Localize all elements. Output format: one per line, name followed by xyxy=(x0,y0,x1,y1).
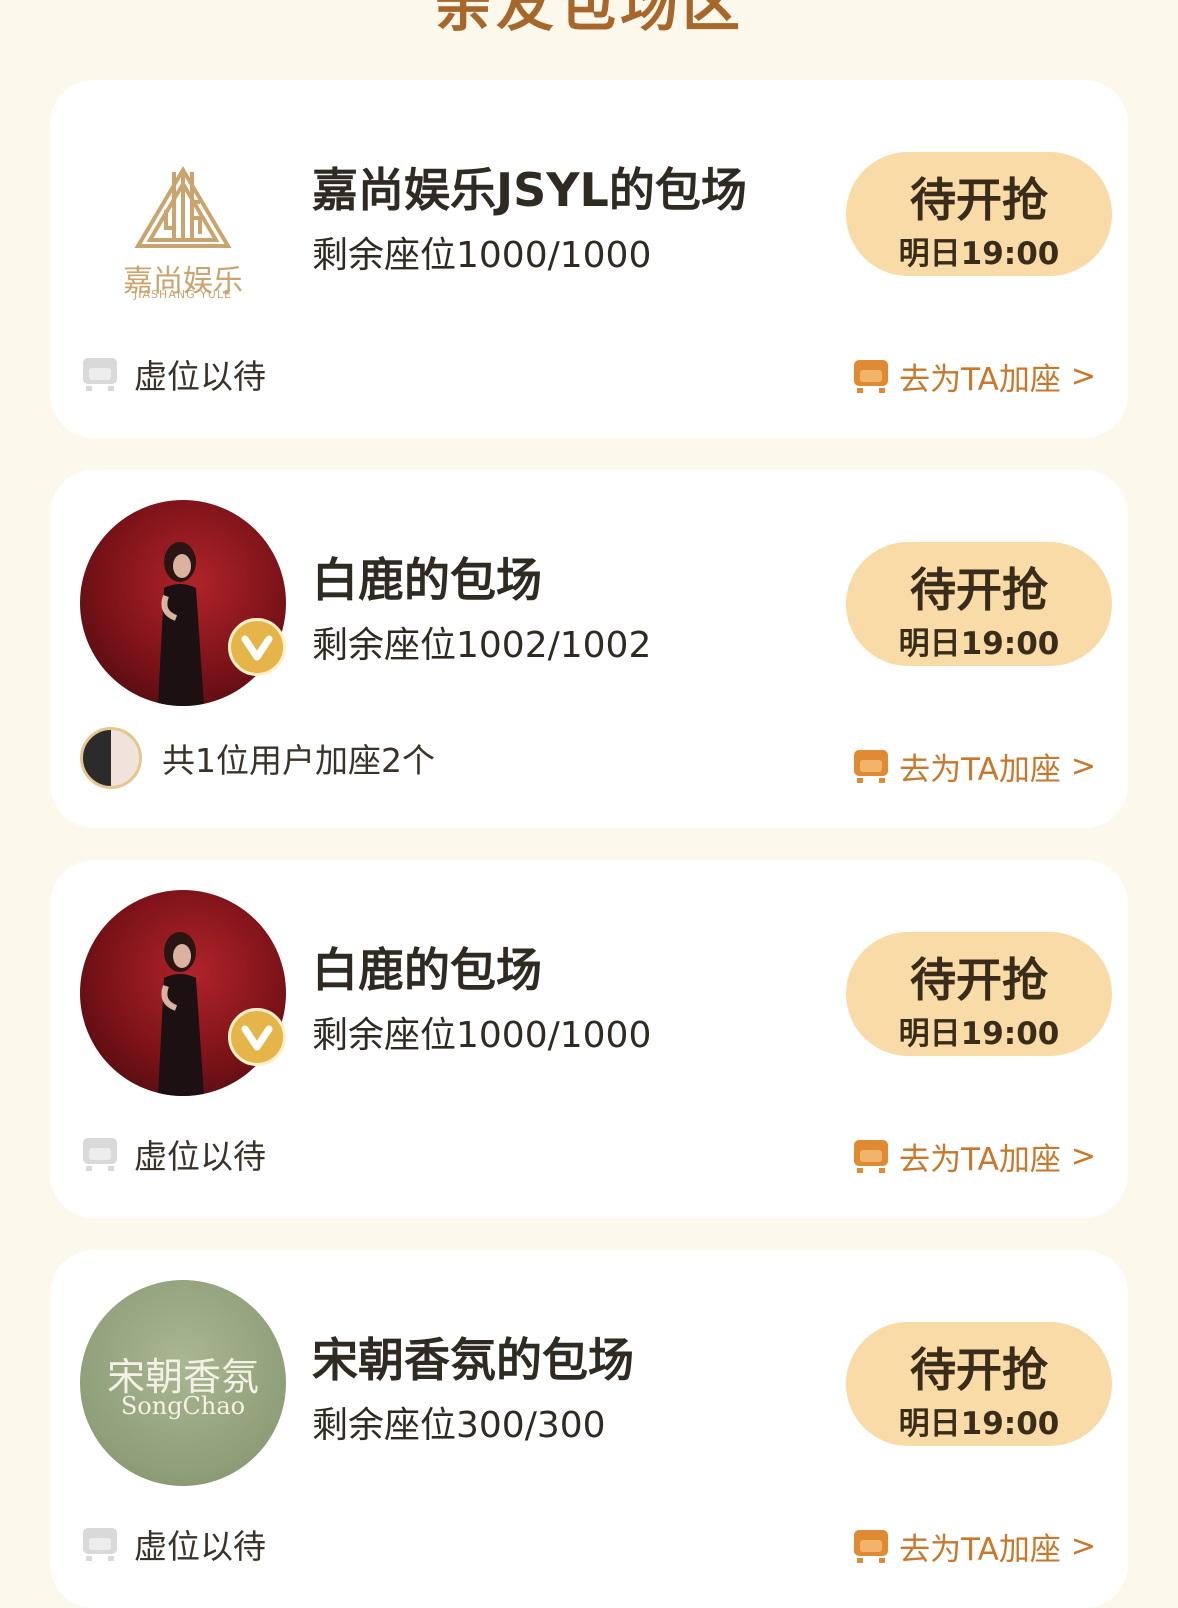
verified-badge-icon xyxy=(228,1008,286,1066)
add-seat-label: 去为TA加座 xyxy=(899,1531,1061,1568)
grab-button[interactable]: 待开抢 明日19:00 xyxy=(846,932,1112,1056)
add-seat-link[interactable]: 去为TA加座 > xyxy=(851,1128,1096,1184)
card-title: 嘉尚娱乐JSYL的包场 xyxy=(312,163,747,217)
chevron-right-icon: > xyxy=(1070,1528,1096,1564)
remaining-seats: 剩余座位1000/1000 xyxy=(312,235,652,276)
booking-card[interactable]: 嘉尚娱乐 JIASHANG YULE 嘉尚娱乐JSYL的包场 剩余座位1000/… xyxy=(50,80,1128,438)
seat-status: 共1位用户加座2个 xyxy=(80,727,435,789)
seat-status: 虚位以待 xyxy=(80,348,266,400)
verified-badge-icon xyxy=(228,618,286,676)
seat-status: 虚位以待 xyxy=(80,1518,266,1570)
empty-seat-icon xyxy=(83,1138,117,1171)
chevron-right-icon: > xyxy=(1070,748,1096,784)
add-seat-label: 去为TA加座 xyxy=(899,751,1061,788)
seat-status: 虚位以待 xyxy=(80,1128,266,1180)
add-seat-link[interactable]: 去为TA加座 > xyxy=(851,738,1096,794)
add-seat-label: 去为TA加座 xyxy=(899,1141,1061,1178)
add-seat-icon xyxy=(854,360,889,393)
add-seat-link[interactable]: 去为TA加座 > xyxy=(851,348,1096,404)
grab-button[interactable]: 待开抢 明日19:00 xyxy=(846,152,1112,276)
remaining-seats: 剩余座位1000/1000 xyxy=(312,1015,652,1056)
booking-card[interactable]: 宋朝香氛 SongChao 宋朝香氛的包场 剩余座位300/300 待开抢 明日… xyxy=(50,1250,1128,1608)
grab-button[interactable]: 待开抢 明日19:00 xyxy=(846,1322,1112,1446)
add-seat-icon xyxy=(854,1140,889,1173)
empty-seat-icon xyxy=(83,1528,117,1561)
seat-status-text: 虚位以待 xyxy=(134,357,266,396)
section-title: 亲友包场区 xyxy=(433,0,744,39)
logo-en-text: SongChao xyxy=(120,1392,246,1420)
add-seat-icon xyxy=(854,1530,889,1563)
grab-button-time: 明日19:00 xyxy=(898,1016,1060,1052)
chevron-right-icon: > xyxy=(1070,1138,1096,1174)
grab-button-time: 明日19:00 xyxy=(898,626,1060,662)
songchao-logo: 宋朝香氛 SongChao xyxy=(80,1280,286,1486)
booking-card[interactable]: 白鹿的包场 剩余座位1000/1000 待开抢 明日19:00 虚位以待 去为T… xyxy=(50,860,1128,1218)
user-avatar xyxy=(80,727,142,789)
grab-button-label: 待开抢 xyxy=(910,1343,1048,1397)
grab-button-time: 明日19:00 xyxy=(898,236,1060,272)
seat-status-text: 虚位以待 xyxy=(134,1137,266,1176)
seat-status-text: 虚位以待 xyxy=(134,1527,266,1566)
remaining-seats: 剩余座位300/300 xyxy=(312,1405,606,1446)
grab-button-label: 待开抢 xyxy=(910,953,1048,1007)
empty-seat-icon xyxy=(83,358,117,391)
add-seat-icon xyxy=(854,750,889,783)
card-title: 白鹿的包场 xyxy=(312,553,542,607)
chevron-right-icon: > xyxy=(1070,358,1096,394)
add-seat-label: 去为TA加座 xyxy=(899,361,1061,398)
card-title: 宋朝香氛的包场 xyxy=(312,1333,634,1387)
logo-en-text: JIASHANG YULE xyxy=(134,288,232,301)
card-title: 白鹿的包场 xyxy=(312,943,542,997)
grab-button-time: 明日19:00 xyxy=(898,1406,1060,1442)
remaining-seats: 剩余座位1002/1002 xyxy=(312,625,652,666)
add-seat-link[interactable]: 去为TA加座 > xyxy=(851,1518,1096,1574)
jiashang-logo: 嘉尚娱乐 JIASHANG YULE xyxy=(80,110,286,316)
grab-button-label: 待开抢 xyxy=(910,173,1048,227)
grab-button[interactable]: 待开抢 明日19:00 xyxy=(846,542,1112,666)
seat-status-text: 共1位用户加座2个 xyxy=(162,741,435,780)
grab-button-label: 待开抢 xyxy=(910,563,1048,617)
booking-card[interactable]: 白鹿的包场 剩余座位1002/1002 待开抢 明日19:00 共1位用户加座2… xyxy=(50,470,1128,828)
